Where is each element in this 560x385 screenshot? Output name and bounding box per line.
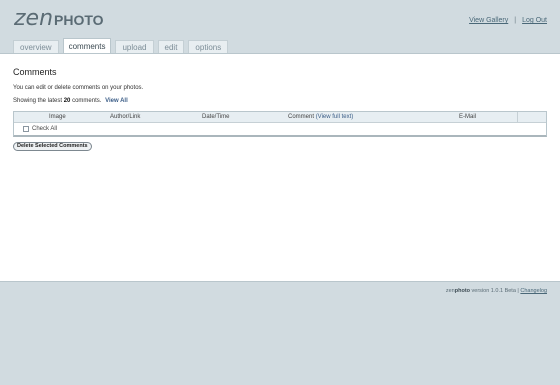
showing-count: 20	[63, 98, 71, 104]
column-email: E-Mail	[459, 114, 477, 120]
tab-upload[interactable]: upload	[115, 40, 154, 54]
column-divider	[517, 112, 518, 122]
intro-text: You can edit or delete comments on your …	[13, 85, 144, 91]
page-title: Comments	[13, 67, 57, 77]
logo-photo-text: PHOTO	[54, 12, 104, 28]
tab-edit[interactable]: edit	[157, 40, 185, 54]
tab-overview[interactable]: overview	[13, 40, 59, 54]
footer-separator: |	[517, 288, 519, 294]
showing-suffix: comments.	[72, 98, 102, 104]
admin-tabs: overview comments upload edit options	[13, 38, 229, 54]
column-comment: Comment (View full text)	[288, 114, 353, 120]
changelog-link[interactable]: Changelog	[520, 288, 547, 294]
log-out-link[interactable]: Log Out	[522, 17, 547, 24]
footer-brand-prefix: zen	[445, 288, 455, 294]
showing-prefix: Showing the latest	[13, 98, 63, 104]
column-image: Image	[49, 114, 66, 120]
comments-table: Image Author/Link Date/Time Comment (Vie…	[13, 111, 547, 137]
top-links: View Gallery | Log Out	[469, 17, 547, 24]
view-all-link[interactable]: View All	[105, 98, 128, 104]
footer-version: version 1.0.1 Beta	[471, 288, 516, 294]
delete-selected-comments-button[interactable]: Delete Selected Comments	[13, 142, 92, 151]
column-author: Author/Link	[110, 114, 141, 120]
main-panel: Comments You can edit or delete comments…	[0, 53, 560, 282]
check-all-label[interactable]: Check All	[32, 126, 57, 132]
logo-zen-text: zen	[14, 6, 54, 31]
check-all-row: Check All	[14, 123, 546, 136]
view-full-text-link[interactable]: (View full text)	[316, 114, 354, 120]
zenphoto-logo: zen PHOTO	[14, 8, 104, 30]
view-gallery-link[interactable]: View Gallery	[469, 17, 508, 24]
column-comment-label: Comment	[288, 114, 315, 120]
tab-comments[interactable]: comments	[62, 38, 112, 54]
showing-text: Showing the latest 20 comments. View All	[13, 98, 128, 104]
tab-options[interactable]: options	[188, 40, 229, 54]
footer-brand-suffix: photo	[454, 288, 471, 294]
table-header: Image Author/Link Date/Time Comment (Vie…	[14, 112, 546, 123]
footer: zenphoto version 1.0.1 Beta | Changelog	[446, 288, 547, 294]
check-all-checkbox[interactable]	[23, 126, 29, 132]
top-links-separator: |	[514, 17, 517, 24]
column-datetime: Date/Time	[202, 114, 230, 120]
